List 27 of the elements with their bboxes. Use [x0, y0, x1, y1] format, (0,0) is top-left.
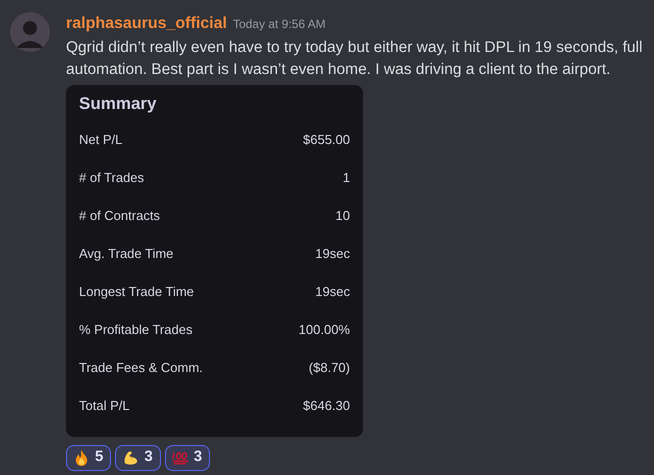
row-label: # of Trades	[79, 168, 144, 187]
row-label: Total P/L	[79, 396, 130, 415]
row-value: 100.00%	[298, 320, 350, 339]
row-value: 19sec	[315, 282, 350, 301]
reaction-button[interactable]: 5	[66, 444, 112, 470]
timestamp: Today at 9:56 AM	[232, 16, 326, 33]
row-value: 10	[336, 206, 350, 225]
row-label: Trade Fees & Comm.	[79, 358, 203, 377]
fire-icon	[73, 449, 90, 466]
row-value: 1	[342, 168, 350, 187]
username[interactable]: ralphasaurus_official	[66, 12, 227, 36]
summary-title: Summary	[79, 93, 158, 115]
muscle-icon	[122, 449, 140, 466]
row-value: $646.30	[303, 396, 350, 415]
message-text: Qgrid didn’t really even have to try today but either way, it hit DPL in 19 seconds, full automation. Best part is I wasn’t even home. I was driving a client to the airport.	[66, 38, 644, 80]
row-label: % Profitable Trades	[79, 320, 192, 339]
row-value: ($8.70)	[308, 358, 350, 377]
avatar[interactable]	[10, 12, 50, 52]
row-label: Longest Trade Time	[79, 282, 194, 301]
row-value: 19sec	[315, 244, 350, 263]
row-label: Avg. Trade Time	[79, 244, 174, 263]
reaction-button[interactable]: 3	[164, 444, 210, 470]
hundred-icon	[172, 449, 189, 466]
row-label: Net P/L	[79, 130, 122, 149]
reaction-button[interactable]: 3	[115, 444, 161, 470]
row-label: # of Contracts	[79, 206, 160, 225]
row-value: $655.00	[303, 130, 350, 149]
